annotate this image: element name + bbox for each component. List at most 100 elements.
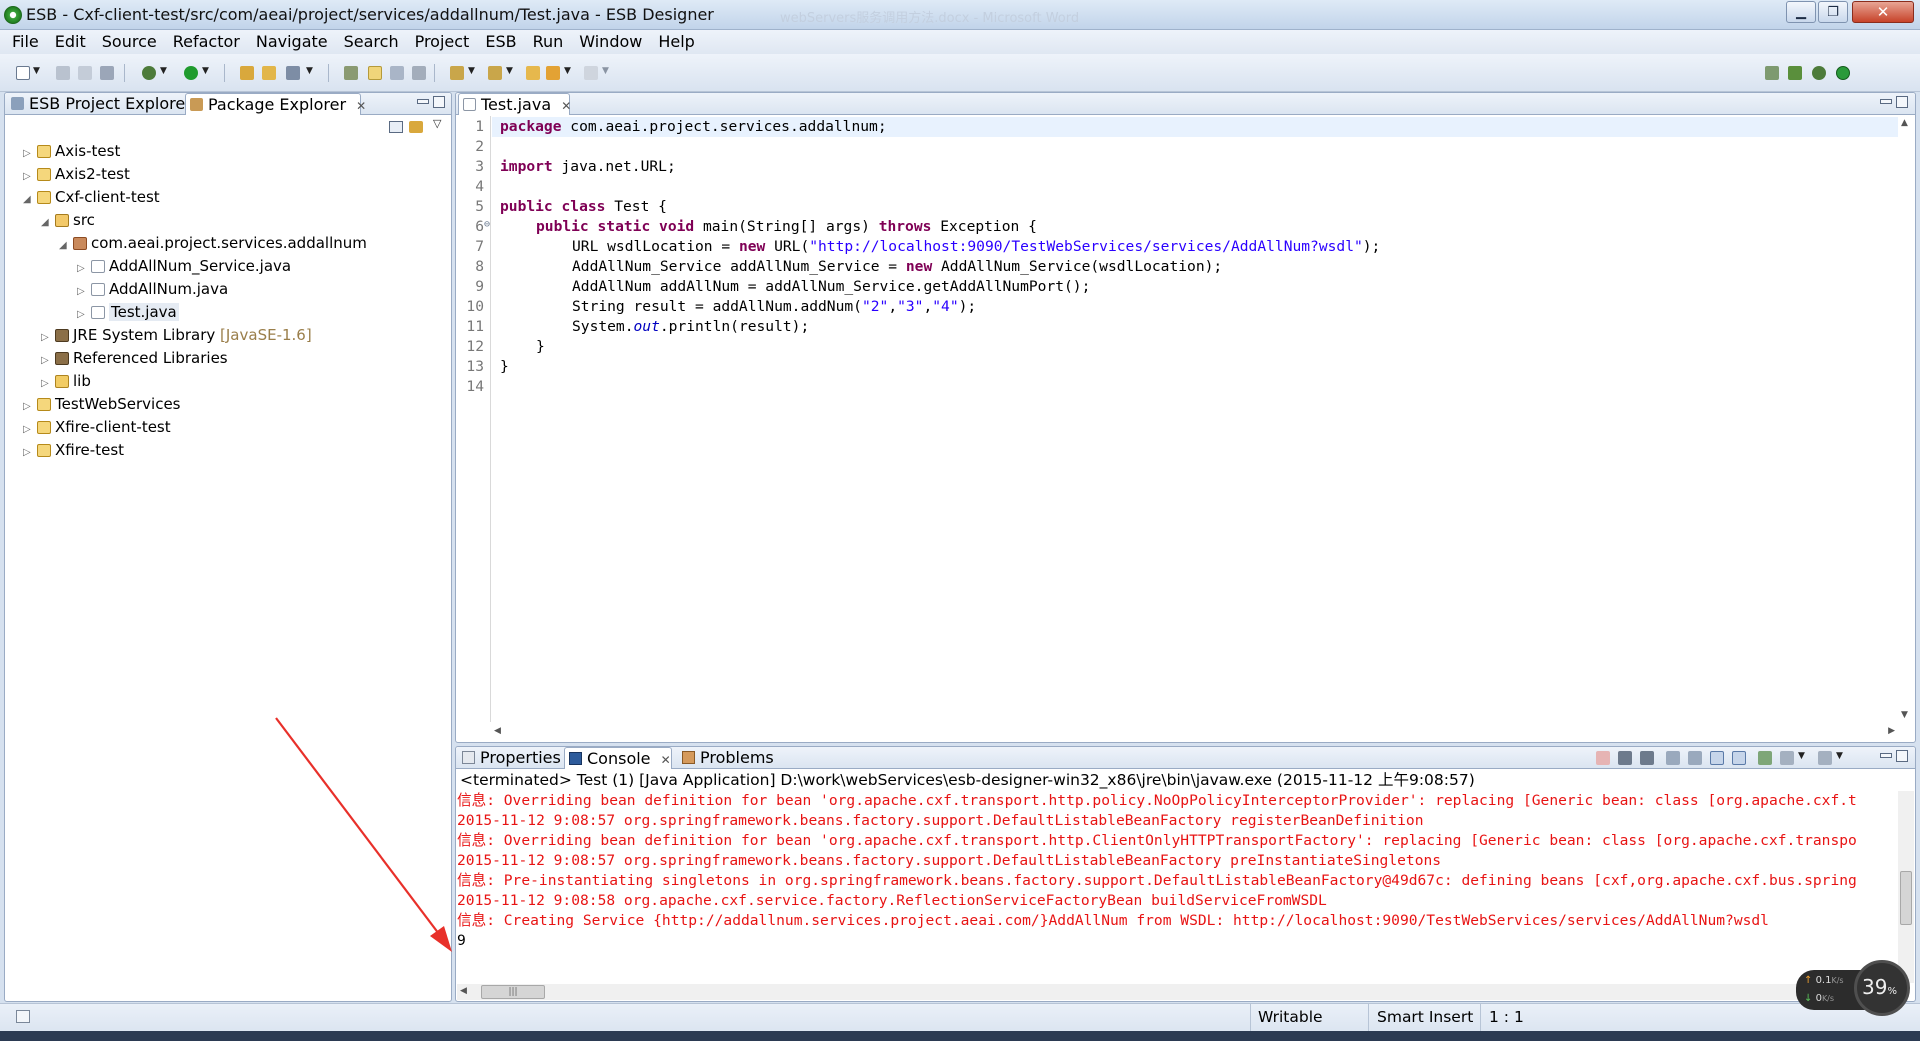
close-icon[interactable]: ✕ [356,99,366,113]
scroll-thumb[interactable]: ||| [481,985,545,999]
collapse-icon[interactable]: ◢ [59,235,73,256]
expand-icon[interactable]: ▷ [23,419,37,440]
network-speed-widget[interactable]: ↑ 0.1K/s ↓ 0K/s 39% [1796,960,1910,1016]
mark-occurrences-icon[interactable] [368,66,382,80]
scroll-thumb[interactable] [1900,871,1912,925]
tree-item-axis2-test[interactable]: ▷ Axis2-test [23,164,130,185]
scroll-right-icon[interactable]: ▶ [1888,726,1895,736]
expand-icon[interactable]: ▷ [23,143,37,164]
expand-icon[interactable]: ▷ [77,304,91,325]
open-console-icon[interactable] [1818,751,1832,765]
scroll-down-icon[interactable]: ▼ [1901,710,1908,720]
java-perspective-icon[interactable] [1836,66,1850,80]
expand-icon[interactable]: ▷ [41,350,55,371]
menu-window[interactable]: Window [571,30,650,54]
expand-icon[interactable]: ▷ [41,373,55,394]
menu-run[interactable]: Run [525,30,572,54]
editor-horizontal-scrollbar[interactable]: ◀ ▶ [492,724,1897,740]
tree-item-src[interactable]: ◢ src [41,210,95,231]
terminate-icon[interactable] [1596,751,1610,765]
editor-vertical-scrollbar[interactable]: ▲ ▼ [1898,116,1914,722]
scroll-left-icon[interactable]: ◀ [494,726,501,736]
console-horizontal-scrollbar[interactable]: ◀ ||| [457,984,1897,1000]
tree-item-package[interactable]: ◢ com.aeai.project.services.addallnum [59,233,367,254]
menu-project[interactable]: Project [407,30,478,54]
run-dropdown-icon[interactable]: ▼ [202,66,209,76]
collapse-all-icon[interactable] [389,121,403,133]
tree-item-test-java[interactable]: ▷ Test.java [77,302,179,323]
console-vertical-scrollbar[interactable] [1898,791,1914,983]
tab-console[interactable]: Console ✕ [564,747,672,769]
console-output[interactable]: 信息: Overriding bean definition for bean … [457,791,1897,983]
tab-package-explorer[interactable]: Package Explorer ✕ [185,93,366,115]
pin-console-icon[interactable] [1758,751,1772,765]
fast-view-icon[interactable] [16,1010,30,1023]
open-task-icon[interactable] [286,66,300,80]
back-dropdown-icon[interactable]: ▼ [564,66,571,76]
tree-item-addallnum-java[interactable]: ▷ AddAllNum.java [77,279,228,300]
remove-launch-icon[interactable] [1618,751,1632,765]
forward-dropdown-icon[interactable]: ▼ [602,66,609,76]
show-on-stdout-icon[interactable] [1710,751,1724,765]
debug-perspective-icon[interactable] [1812,66,1826,80]
tab-test-java[interactable]: Test.java ✕ [458,93,571,115]
save-all-icon[interactable] [78,66,92,80]
expand-icon[interactable]: ▷ [77,281,91,302]
scroll-left-icon[interactable]: ◀ [460,986,467,996]
tree-item-cxf-client-test[interactable]: ◢ Cxf-client-test [23,187,160,208]
debug-dropdown-icon[interactable]: ▼ [160,66,167,76]
expand-icon[interactable]: ▷ [23,166,37,187]
tree-item-axis-test[interactable]: ▷ Axis-test [23,141,120,162]
save-icon[interactable] [56,66,70,80]
fold-toggle-icon[interactable]: ⊖ [484,219,490,230]
debug-icon[interactable] [142,66,156,80]
menu-esb[interactable]: ESB [477,30,524,54]
menu-navigate[interactable]: Navigate [248,30,336,54]
minimize-panel-icon[interactable] [1880,99,1892,104]
menu-source[interactable]: Source [94,30,165,54]
show-whitespace-icon[interactable] [412,66,426,80]
minimize-button[interactable]: ▁ [1786,1,1816,23]
tree-item-jre-system-library[interactable]: ▷ JRE System Library [JavaSE-1.6] [41,325,312,346]
close-button[interactable]: ✕ [1852,1,1914,23]
open-project-icon[interactable] [240,66,254,80]
expand-icon[interactable]: ▷ [23,442,37,463]
back-icon[interactable] [546,66,560,80]
expand-icon[interactable]: ▷ [77,258,91,279]
display-console-icon[interactable] [1780,751,1794,765]
last-edit-icon[interactable] [526,66,540,80]
maximize-panel-icon[interactable] [1896,750,1908,762]
new-dropdown-icon[interactable]: ▼ [33,66,40,76]
forward-icon[interactable] [584,66,598,80]
code-editor[interactable]: 1 2 3 4 5 6 7 8 9 10 11 12 13 14 ⊖ packa… [457,116,1914,722]
minimize-panel-icon[interactable] [1880,753,1892,758]
tree-item-referenced-libraries[interactable]: ▷ Referenced Libraries [41,348,228,369]
collapse-icon[interactable]: ◢ [41,212,55,233]
expand-icon[interactable]: ▷ [23,396,37,417]
link-with-editor-icon[interactable] [409,121,423,133]
minimize-panel-icon[interactable] [417,99,429,104]
tree-item-lib[interactable]: ▷ lib [41,371,91,392]
maximize-button[interactable]: ❐ [1818,1,1848,23]
search-icon[interactable] [344,66,358,80]
tab-esb-project-explorer[interactable]: ESB Project Explorer [7,93,192,115]
menu-edit[interactable]: Edit [47,30,94,54]
previous-annotation-icon[interactable] [488,66,502,80]
scroll-lock-icon[interactable] [1688,751,1702,765]
menu-file[interactable]: File [4,30,47,54]
menu-search[interactable]: Search [336,30,407,54]
tree-item-testwebservices[interactable]: ▷ TestWebServices [23,394,181,415]
task-dropdown-icon[interactable]: ▼ [306,66,313,76]
open-console-dropdown-icon[interactable]: ▼ [1836,751,1843,761]
menu-help[interactable]: Help [650,30,702,54]
collapse-icon[interactable]: ◢ [23,189,37,210]
next-annotation-icon[interactable] [450,66,464,80]
close-icon[interactable]: ✕ [661,753,671,767]
view-menu-icon[interactable]: ▽ [433,117,441,130]
display-console-dropdown-icon[interactable]: ▼ [1798,751,1805,761]
remove-all-terminated-icon[interactable] [1640,751,1654,765]
close-icon[interactable]: ✕ [561,99,571,113]
tree-item-addallnum-service-java[interactable]: ▷ AddAllNum_Service.java [77,256,291,277]
run-icon[interactable] [184,66,198,80]
open-perspective-icon[interactable] [1765,66,1779,80]
